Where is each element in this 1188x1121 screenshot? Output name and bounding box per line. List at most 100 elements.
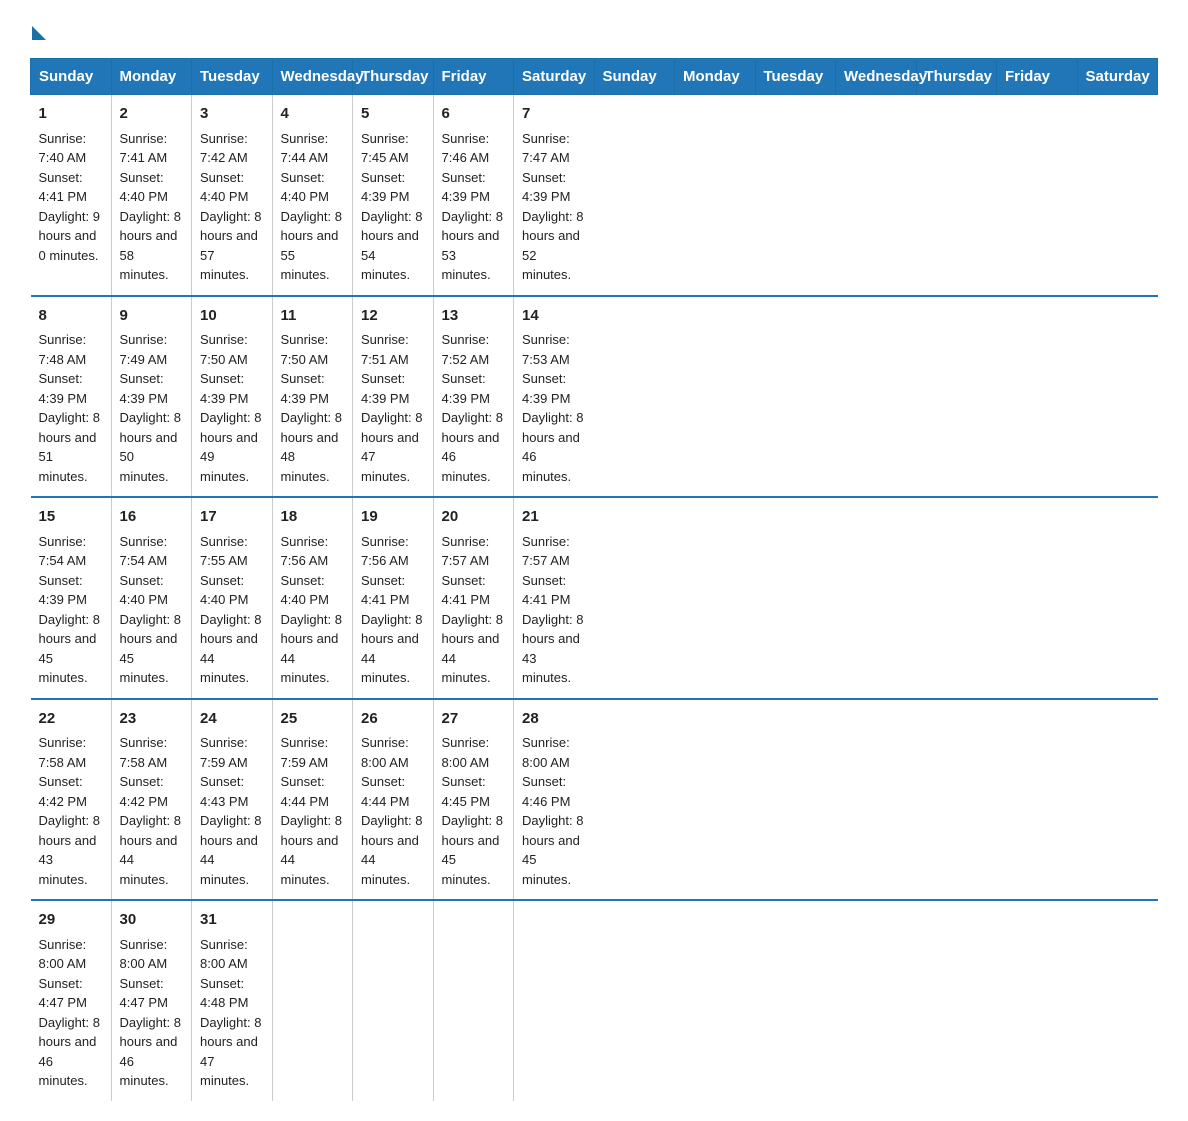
daylight-text: Daylight: 8 hours and 58 minutes.: [120, 207, 184, 285]
day-number: 14: [522, 305, 586, 328]
calendar-cell: 27Sunrise: 8:00 AMSunset: 4:45 PMDayligh…: [433, 699, 514, 901]
day-number: 8: [39, 305, 103, 328]
day-number: 1: [39, 103, 103, 126]
calendar-cell: 7Sunrise: 7:47 AMSunset: 4:39 PMDaylight…: [514, 95, 595, 296]
calendar-cell: [433, 900, 514, 1101]
day-number: 12: [361, 305, 425, 328]
calendar-cell: 10Sunrise: 7:50 AMSunset: 4:39 PMDayligh…: [192, 296, 273, 498]
daylight-text: Daylight: 8 hours and 43 minutes.: [39, 811, 103, 889]
sunset-text: Sunset: 4:47 PM: [120, 974, 184, 1013]
day-number: 19: [361, 506, 425, 529]
daylight-text: Daylight: 8 hours and 51 minutes.: [39, 408, 103, 486]
sunset-text: Sunset: 4:39 PM: [39, 571, 103, 610]
day-number: 6: [442, 103, 506, 126]
calendar-cell: 11Sunrise: 7:50 AMSunset: 4:39 PMDayligh…: [272, 296, 353, 498]
calendar-cell: 12Sunrise: 7:51 AMSunset: 4:39 PMDayligh…: [353, 296, 434, 498]
sunset-text: Sunset: 4:47 PM: [39, 974, 103, 1013]
daylight-text: Daylight: 8 hours and 46 minutes.: [442, 408, 506, 486]
sunrise-text: Sunrise: 7:52 AM: [442, 330, 506, 369]
daylight-text: Daylight: 8 hours and 43 minutes.: [522, 610, 586, 688]
page-header: [30, 20, 1158, 40]
sunrise-text: Sunrise: 7:58 AM: [39, 733, 103, 772]
daylight-text: Daylight: 8 hours and 45 minutes.: [39, 610, 103, 688]
sunset-text: Sunset: 4:40 PM: [200, 168, 264, 207]
calendar-cell: 23Sunrise: 7:58 AMSunset: 4:42 PMDayligh…: [111, 699, 192, 901]
calendar-cell: [353, 900, 434, 1101]
header-cell-thursday: Thursday: [353, 59, 434, 95]
sunset-text: Sunset: 4:40 PM: [281, 168, 345, 207]
day-number: 16: [120, 506, 184, 529]
sunrise-text: Sunrise: 8:00 AM: [522, 733, 586, 772]
sunset-text: Sunset: 4:39 PM: [522, 369, 586, 408]
calendar-week-2: 8Sunrise: 7:48 AMSunset: 4:39 PMDaylight…: [31, 296, 1158, 498]
sunrise-text: Sunrise: 7:54 AM: [39, 532, 103, 571]
calendar-cell: 9Sunrise: 7:49 AMSunset: 4:39 PMDaylight…: [111, 296, 192, 498]
daylight-text: Daylight: 8 hours and 48 minutes.: [281, 408, 345, 486]
sunrise-text: Sunrise: 8:00 AM: [361, 733, 425, 772]
daylight-text: Daylight: 8 hours and 50 minutes.: [120, 408, 184, 486]
sunrise-text: Sunrise: 7:47 AM: [522, 129, 586, 168]
calendar-cell: 16Sunrise: 7:54 AMSunset: 4:40 PMDayligh…: [111, 497, 192, 699]
sunset-text: Sunset: 4:40 PM: [281, 571, 345, 610]
calendar-cell: 25Sunrise: 7:59 AMSunset: 4:44 PMDayligh…: [272, 699, 353, 901]
header-cell-wednesday: Wednesday: [836, 59, 917, 95]
sunset-text: Sunset: 4:40 PM: [120, 571, 184, 610]
day-number: 30: [120, 909, 184, 932]
sunrise-text: Sunrise: 7:46 AM: [442, 129, 506, 168]
sunrise-text: Sunrise: 7:51 AM: [361, 330, 425, 369]
day-number: 11: [281, 305, 345, 328]
day-number: 2: [120, 103, 184, 126]
header-cell-sunday: Sunday: [31, 59, 112, 95]
calendar-table: SundayMondayTuesdayWednesdayThursdayFrid…: [30, 58, 1158, 1101]
header-cell-tuesday: Tuesday: [755, 59, 836, 95]
sunrise-text: Sunrise: 7:49 AM: [120, 330, 184, 369]
calendar-cell: 6Sunrise: 7:46 AMSunset: 4:39 PMDaylight…: [433, 95, 514, 296]
sunset-text: Sunset: 4:41 PM: [39, 168, 103, 207]
daylight-text: Daylight: 8 hours and 44 minutes.: [200, 811, 264, 889]
daylight-text: Daylight: 8 hours and 44 minutes.: [120, 811, 184, 889]
header-cell-friday: Friday: [997, 59, 1078, 95]
sunset-text: Sunset: 4:43 PM: [200, 772, 264, 811]
day-number: 15: [39, 506, 103, 529]
header-cell-tuesday: Tuesday: [192, 59, 273, 95]
sunset-text: Sunset: 4:45 PM: [442, 772, 506, 811]
calendar-week-3: 15Sunrise: 7:54 AMSunset: 4:39 PMDayligh…: [31, 497, 1158, 699]
header-cell-monday: Monday: [111, 59, 192, 95]
sunset-text: Sunset: 4:44 PM: [281, 772, 345, 811]
daylight-text: Daylight: 8 hours and 55 minutes.: [281, 207, 345, 285]
sunset-text: Sunset: 4:39 PM: [120, 369, 184, 408]
calendar-cell: 26Sunrise: 8:00 AMSunset: 4:44 PMDayligh…: [353, 699, 434, 901]
calendar-header-row: SundayMondayTuesdayWednesdayThursdayFrid…: [31, 59, 1158, 95]
calendar-cell: 17Sunrise: 7:55 AMSunset: 4:40 PMDayligh…: [192, 497, 273, 699]
sunrise-text: Sunrise: 7:48 AM: [39, 330, 103, 369]
sunset-text: Sunset: 4:41 PM: [442, 571, 506, 610]
day-number: 10: [200, 305, 264, 328]
sunrise-text: Sunrise: 7:40 AM: [39, 129, 103, 168]
calendar-cell: 22Sunrise: 7:58 AMSunset: 4:42 PMDayligh…: [31, 699, 112, 901]
day-number: 27: [442, 708, 506, 731]
sunrise-text: Sunrise: 8:00 AM: [442, 733, 506, 772]
calendar-cell: 28Sunrise: 8:00 AMSunset: 4:46 PMDayligh…: [514, 699, 595, 901]
header-cell-friday: Friday: [433, 59, 514, 95]
sunrise-text: Sunrise: 8:00 AM: [200, 935, 264, 974]
sunrise-text: Sunrise: 7:44 AM: [281, 129, 345, 168]
header-cell-saturday: Saturday: [1077, 59, 1158, 95]
calendar-cell: 13Sunrise: 7:52 AMSunset: 4:39 PMDayligh…: [433, 296, 514, 498]
daylight-text: Daylight: 8 hours and 46 minutes.: [120, 1013, 184, 1091]
sunrise-text: Sunrise: 7:55 AM: [200, 532, 264, 571]
daylight-text: Daylight: 8 hours and 44 minutes.: [281, 811, 345, 889]
sunrise-text: Sunrise: 7:41 AM: [120, 129, 184, 168]
daylight-text: Daylight: 8 hours and 52 minutes.: [522, 207, 586, 285]
daylight-text: Daylight: 8 hours and 49 minutes.: [200, 408, 264, 486]
logo: [30, 20, 46, 40]
calendar-cell: 2Sunrise: 7:41 AMSunset: 4:40 PMDaylight…: [111, 95, 192, 296]
calendar-cell: 18Sunrise: 7:56 AMSunset: 4:40 PMDayligh…: [272, 497, 353, 699]
calendar-cell: 3Sunrise: 7:42 AMSunset: 4:40 PMDaylight…: [192, 95, 273, 296]
sunrise-text: Sunrise: 7:59 AM: [281, 733, 345, 772]
day-number: 22: [39, 708, 103, 731]
sunrise-text: Sunrise: 7:45 AM: [361, 129, 425, 168]
day-number: 18: [281, 506, 345, 529]
sunrise-text: Sunrise: 7:42 AM: [200, 129, 264, 168]
header-cell-sunday: Sunday: [594, 59, 675, 95]
daylight-text: Daylight: 8 hours and 44 minutes.: [361, 811, 425, 889]
